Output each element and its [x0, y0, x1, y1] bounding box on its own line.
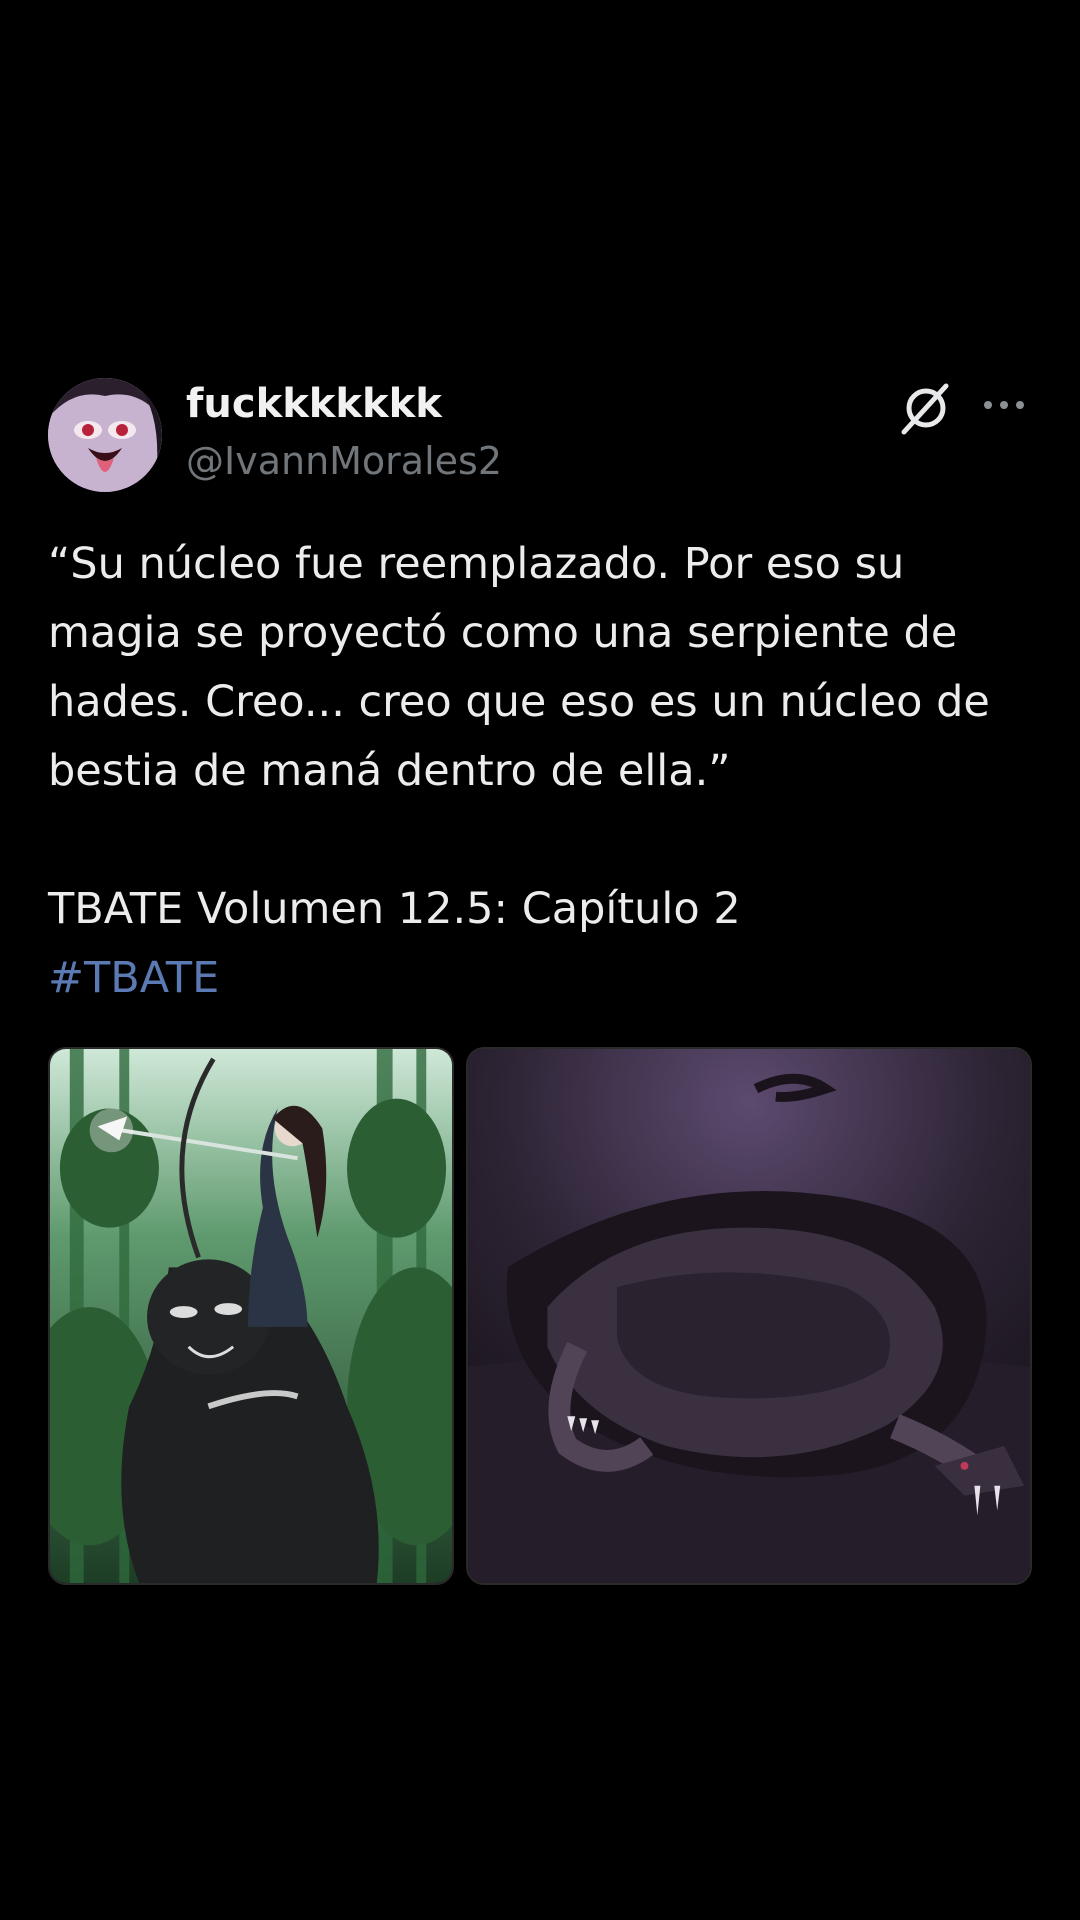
anime-avatar-icon — [48, 378, 162, 492]
x-grok-icon[interactable] — [898, 380, 954, 436]
post-reference: TBATE Volumen 12.5: Capítulo 2 — [48, 884, 741, 934]
post: fuckkkkkkk @IvannMorales2 “Su núcleo fue… — [0, 0, 1080, 1920]
avatar[interactable] — [48, 378, 162, 492]
more-options-icon[interactable] — [980, 388, 1028, 422]
media-image-shadow-serpent[interactable] — [466, 1047, 1032, 1585]
media-image-archer-on-bear[interactable] — [48, 1047, 454, 1585]
archer-on-bear-image — [50, 1049, 452, 1583]
hashtag-link[interactable]: #TBATE — [48, 944, 219, 1013]
shadow-serpent-image — [468, 1049, 1030, 1583]
author-display-name[interactable]: fuckkkkkkk — [186, 378, 442, 430]
author-handle[interactable]: @IvannMorales2 — [186, 436, 502, 486]
post-text: “Su núcleo fue reemplazado. Por eso su m… — [48, 539, 990, 796]
